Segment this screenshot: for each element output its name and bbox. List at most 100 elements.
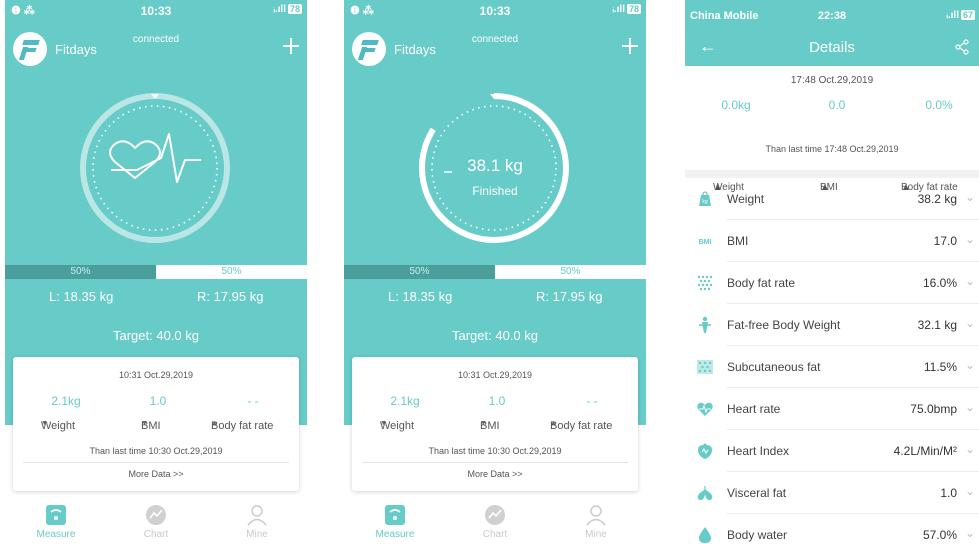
tab-mine[interactable]: Mine: [561, 498, 631, 540]
tab-bar: Measure Chart Mine: [5, 498, 307, 544]
measure-screen-finished: ❶ ⁂ 10:33 ᵢ.ıll 78 Fitdays connected 38.1…: [344, 0, 646, 544]
scale-icon: [46, 505, 66, 525]
status-time: 10:33: [479, 4, 511, 18]
left-weight: L: 18.35 kg: [388, 289, 453, 304]
visceral-fat-icon: [697, 486, 713, 501]
tab-measure[interactable]: Measure: [21, 498, 91, 540]
comparison-note: Than last time 10:30 Oct.29,2019: [89, 446, 223, 456]
metric-row-body-fat[interactable]: Body fat rate 16.0% ⌄: [685, 262, 979, 304]
metric-row-weight[interactable]: kg Weight 38.2 kg ⌄: [685, 178, 979, 220]
status-signal-battery: ᵢ.ıll 67: [946, 10, 975, 21]
details-timestamp: 17:48 Oct.29,2019: [790, 75, 874, 86]
chevron-down-icon: ⌄: [964, 400, 975, 414]
tab-chart[interactable]: Chart: [460, 498, 530, 540]
weight-change-value: 0.0kg: [721, 98, 751, 112]
section-divider: [685, 170, 979, 178]
split-right-percent: 50%: [495, 265, 646, 279]
details-summary: 17:48 Oct.29,2019 0.0kg 0.0 0.0% ▲ Weight…: [685, 66, 979, 193]
battery-icon: 78: [626, 4, 641, 14]
body-fat-icon: [697, 275, 713, 291]
comparison-note: Than last time 17:48 Oct.29,2019: [765, 144, 899, 154]
metric-row-subcutaneous-fat[interactable]: Subcutaneous fat 11.5% ⌄: [685, 346, 979, 388]
tab-chart-label: Chart: [143, 529, 169, 540]
weight-change-value: 2.1kg: [390, 394, 420, 408]
measure-screen-heart: ❶ ⁂ 10:33 ᵢ.ıll 78 Fitdays connected 50% …: [5, 0, 307, 544]
svg-text:BMI: BMI: [699, 239, 712, 246]
right-weight: R: 17.95 kg: [536, 289, 603, 304]
metric-label: Body fat rate: [727, 276, 796, 290]
heart-index-icon: [698, 443, 712, 459]
metric-row-heart-index[interactable]: Heart Index 4.2L/Min/M² ⌄: [685, 430, 979, 472]
weight-change-value: 2.1kg: [51, 394, 81, 408]
metric-label: Weight: [727, 192, 765, 206]
fat-label: Body fat rate: [550, 420, 613, 432]
weight-label: Weight: [41, 420, 76, 432]
metric-label: Heart rate: [727, 402, 781, 416]
metric-row-heart-rate[interactable]: Heart rate 75.0bmp ⌄: [685, 388, 979, 430]
bmi-change-value: 1.0: [488, 394, 506, 408]
chevron-down-icon: ⌄: [964, 316, 975, 330]
bmi-label: BMI: [480, 420, 500, 432]
battery-icon: 78: [287, 4, 302, 14]
add-device-button[interactable]: [622, 38, 638, 54]
chevron-down-icon: ⌄: [964, 526, 975, 540]
status-bar: ❶ ⁂ 10:33 ᵢ.ıll 78: [344, 0, 646, 22]
split-left-percent: 50%: [5, 265, 156, 279]
connection-status: connected: [471, 34, 519, 45]
right-weight: R: 17.95 kg: [197, 289, 264, 304]
left-weight: L: 18.35 kg: [49, 289, 114, 304]
fat-change-value: - -: [247, 394, 259, 408]
person-icon: [247, 505, 267, 526]
tab-measure[interactable]: Measure: [360, 498, 430, 540]
signal-icon: ᵢ.ıll: [273, 4, 286, 15]
metric-row-body-water[interactable]: Body water 57.0% ⌄: [685, 514, 979, 544]
metric-label: Heart Index: [727, 444, 790, 458]
heartbeat-icon: [109, 133, 201, 183]
tab-mine-label: Mine: [585, 529, 607, 540]
tab-mine-label: Mine: [246, 529, 268, 540]
tab-chart[interactable]: Chart: [121, 498, 191, 540]
metric-row-fat-free[interactable]: Fat-free Body Weight 32.1 kg ⌄: [685, 304, 979, 346]
chevron-down-icon: ⌄: [964, 232, 975, 246]
metric-value: 32.1 kg: [917, 318, 957, 332]
chevron-down-icon: ⌄: [964, 274, 975, 288]
details-screen: China Mobile 22:38 ᵢ.ıll 67 ← Details 17:…: [685, 0, 979, 544]
metric-row-bmi[interactable]: BMI BMI 17.0 ⌄: [685, 220, 979, 262]
target-weight: Target: 40.0 kg: [113, 328, 199, 343]
signal-icon: ᵢ.ıll: [946, 10, 959, 21]
metric-value: 4.2L/Min/M²: [893, 444, 957, 458]
metric-label: Body water: [727, 528, 788, 542]
metric-row-visceral-fat[interactable]: Visceral fat 1.0 ⌄: [685, 472, 979, 514]
fat-change-value: 0.0%: [925, 98, 953, 112]
more-data-link[interactable]: More Data >>: [352, 469, 638, 479]
chevron-down-icon: ⌄: [964, 190, 975, 204]
metric-label: Fat-free Body Weight: [727, 318, 841, 332]
metric-label: Subcutaneous fat: [727, 360, 821, 374]
scale-icon: [385, 505, 405, 525]
metric-value: 11.5%: [923, 360, 957, 374]
page-title: Details: [809, 39, 855, 56]
tab-measure-label: Measure: [36, 529, 76, 540]
bmi-icon: BMI: [699, 239, 712, 246]
metric-value: 17.0: [933, 234, 957, 248]
chart-icon: [485, 505, 505, 525]
split-right-percent: 50%: [156, 265, 307, 279]
tab-mine[interactable]: Mine: [222, 498, 292, 540]
status-time: 22:38: [817, 10, 847, 22]
balance-split-bar: 50% 50%: [5, 265, 307, 279]
measurement-card: 10:31 Oct.29,2019 2.1kg 1.0 - - ▼ Weight …: [352, 357, 638, 491]
metric-value: 38.2 kg: [917, 192, 957, 206]
weight-icon: kg: [699, 191, 711, 206]
metric-value: 1.0: [940, 486, 957, 500]
split-left-percent: 50%: [344, 265, 495, 279]
status-signal-battery: ᵢ.ıll 78: [612, 4, 641, 15]
signal-icon: ᵢ.ıll: [612, 4, 625, 15]
balance-split-bar: 50% 50%: [344, 265, 646, 279]
share-icon[interactable]: [955, 39, 969, 55]
add-device-button[interactable]: [283, 38, 299, 54]
chevron-down-icon: ⌄: [964, 442, 975, 456]
target-weight: Target: 40.0 kg: [452, 328, 538, 343]
fat-label: Body fat rate: [211, 420, 274, 432]
more-data-link[interactable]: More Data >>: [13, 469, 299, 479]
tab-bar: Measure Chart Mine: [344, 498, 646, 544]
